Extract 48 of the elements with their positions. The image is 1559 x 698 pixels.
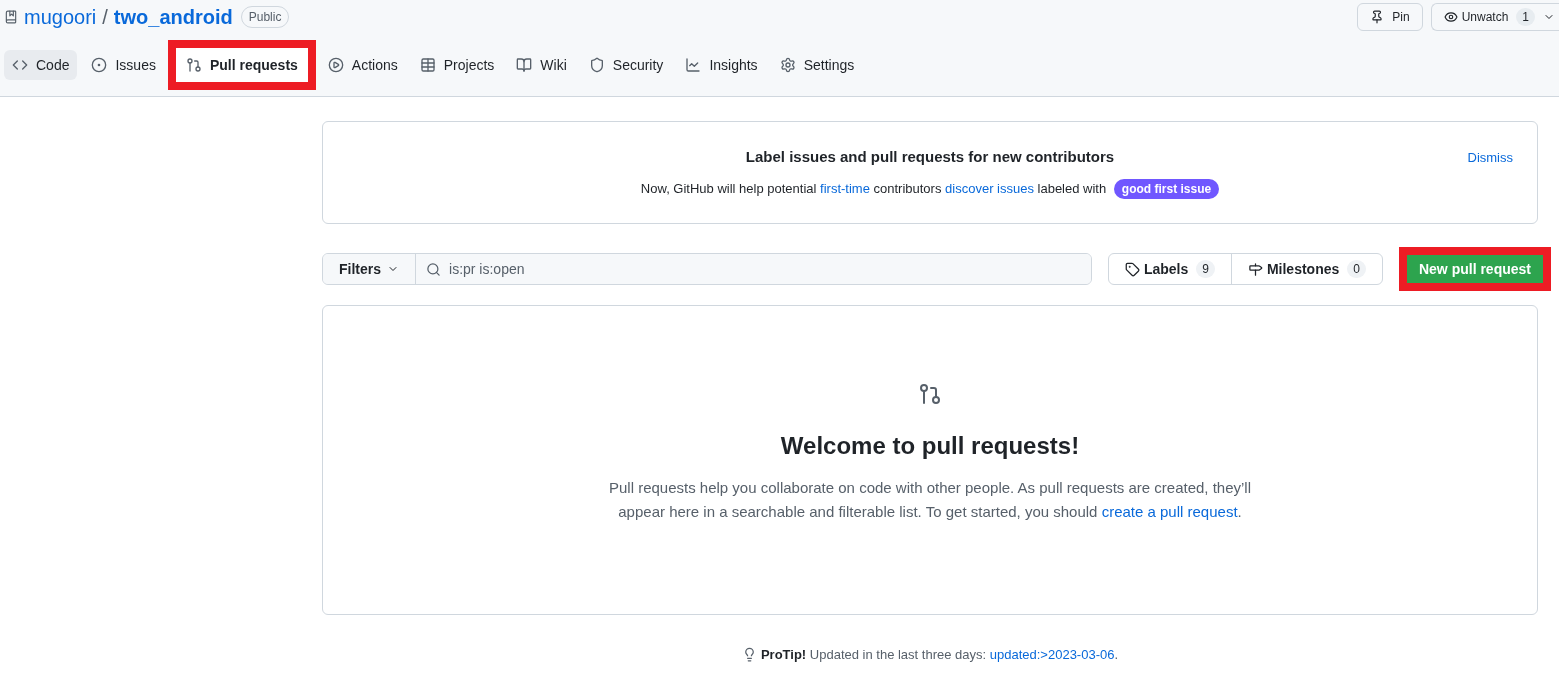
pin-button[interactable]: Pin xyxy=(1357,3,1423,31)
search-icon xyxy=(426,261,441,277)
filter-search-bar[interactable]: Filters is:pr is:open xyxy=(322,253,1092,285)
discover-issues-link[interactable]: discover issues xyxy=(945,179,1034,199)
create-pull-request-link[interactable]: create a pull request xyxy=(1101,503,1238,520)
filters-button[interactable]: Filters xyxy=(323,254,416,284)
path-separator: / xyxy=(102,5,108,30)
repo-owner-link[interactable]: mugoori xyxy=(24,2,97,32)
protip-text: ProTip! Updated in the last three days: updated:>2023-03-06. xyxy=(760,646,1119,664)
milestones-button[interactable]: Milestones 0 xyxy=(1231,254,1382,284)
first-time-link[interactable]: first-time xyxy=(820,179,870,199)
nav-tab[interactable]: Actions xyxy=(319,50,406,80)
nav-tab[interactable]: Insights xyxy=(677,50,766,80)
nav-tab[interactable]: Security xyxy=(580,50,672,80)
tag-icon xyxy=(1124,261,1140,277)
issue-label[interactable]: good first issue xyxy=(1113,178,1220,199)
nav-tab[interactable]: Code xyxy=(4,50,78,80)
nav-tab[interactable]: Pull requests xyxy=(177,50,306,80)
labels-button[interactable]: Labels 9 xyxy=(1108,254,1232,284)
table-icon xyxy=(419,57,436,73)
pull-request-icon xyxy=(185,57,202,73)
repository-icon xyxy=(4,10,18,24)
labels-count: 9 xyxy=(1196,260,1215,278)
banner-title: Label issues and pull requests for new contributors xyxy=(745,147,1115,168)
eye-icon xyxy=(1443,10,1458,24)
play-icon xyxy=(327,57,344,73)
nav-tab[interactable]: Issues xyxy=(83,50,164,80)
nav-tab[interactable]: Wiki xyxy=(508,50,575,80)
search-field[interactable]: is:pr is:open xyxy=(449,254,1091,284)
pull-request-icon xyxy=(918,382,942,406)
settings-icon xyxy=(779,57,796,73)
milestone-icon xyxy=(1247,261,1263,277)
unwatch-button[interactable]: Unwatch 1 xyxy=(1430,3,1559,31)
nav-tab[interactable]: Projects xyxy=(411,50,503,80)
shield-icon xyxy=(588,57,605,73)
nav-tab[interactable]: Settings xyxy=(771,50,863,80)
blankslate-title: Welcome to pull requests! xyxy=(780,431,1080,461)
circle-dot-icon xyxy=(91,57,108,73)
milestones-count: 0 xyxy=(1347,260,1366,278)
watch-count: 1 xyxy=(1516,8,1535,26)
repo-name-link[interactable]: two_android xyxy=(113,2,233,32)
dismiss-link[interactable]: Dismiss xyxy=(1467,148,1513,168)
book-icon xyxy=(516,57,533,73)
pin-icon xyxy=(1370,10,1385,24)
blankslate-text: Pull requests help you collaborate on code with other people. As pull requests are created, they’ll appear here in a searchable and filterable list. To get started, you should create a pull request. xyxy=(607,478,1253,522)
graph-icon xyxy=(685,57,702,73)
code-icon xyxy=(12,57,28,73)
banner-text: Now, GitHub will help potential first-time contributors discover issues labeled with good first issue xyxy=(640,178,1220,199)
